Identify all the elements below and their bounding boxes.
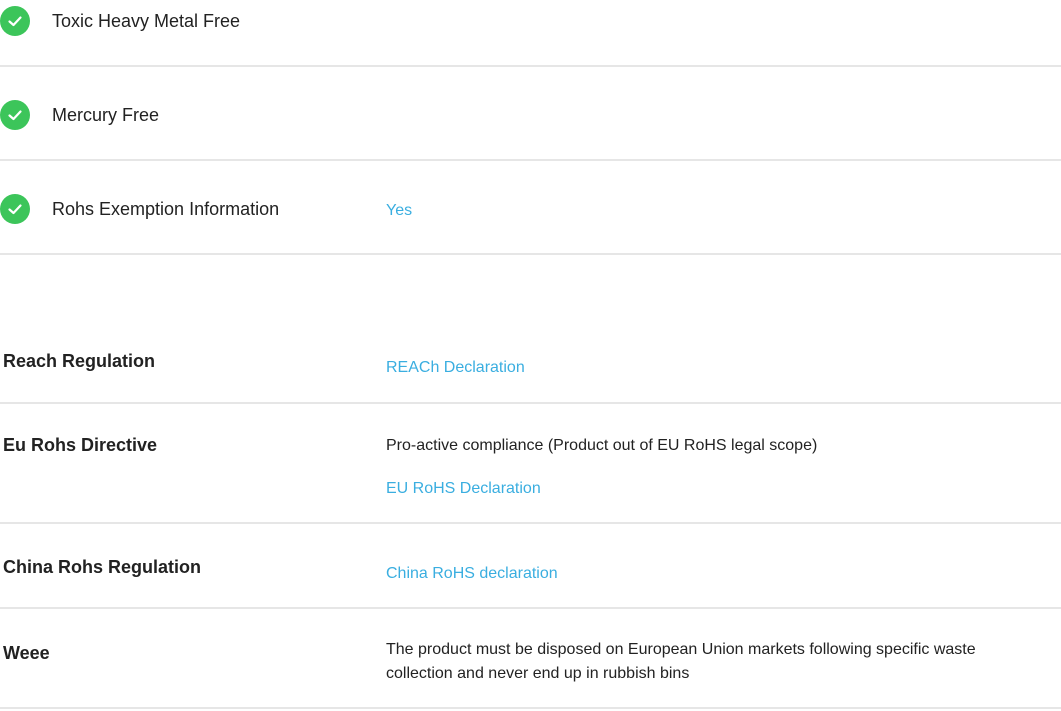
check-circle-icon xyxy=(0,6,30,36)
feature-label-toxic-heavy-metal-free: Toxic Heavy Metal Free xyxy=(52,11,241,31)
reach-declaration-link[interactable]: REACh Declaration xyxy=(386,358,525,378)
feature-label-mercury-free: Mercury Free xyxy=(52,105,160,125)
check-circle-icon xyxy=(0,100,30,130)
divider xyxy=(0,707,1061,709)
eu-rohs-compliance-text: Pro-active compliance (Product out of EU… xyxy=(386,437,818,454)
divider xyxy=(0,607,1061,609)
check-circle-icon xyxy=(0,194,30,224)
china-rohs-regulation-label: China Rohs Regulation xyxy=(3,557,201,577)
divider xyxy=(0,402,1061,404)
divider xyxy=(0,253,1061,255)
reach-regulation-label: Reach Regulation xyxy=(3,351,156,371)
eu-rohs-declaration-link[interactable]: EU RoHS Declaration xyxy=(386,479,541,499)
rohs-exemption-value: Yes xyxy=(386,202,413,219)
divider xyxy=(0,159,1061,161)
feature-label-rohs-exemption: Rohs Exemption Information xyxy=(52,199,280,219)
eu-rohs-directive-label: Eu Rohs Directive xyxy=(3,435,158,455)
weee-disposal-text: The product must be disposed on European… xyxy=(386,641,976,682)
divider xyxy=(0,65,1061,67)
weee-label: Weee xyxy=(3,643,50,663)
divider xyxy=(0,522,1061,524)
china-rohs-declaration-link[interactable]: China RoHS declaration xyxy=(386,564,558,584)
